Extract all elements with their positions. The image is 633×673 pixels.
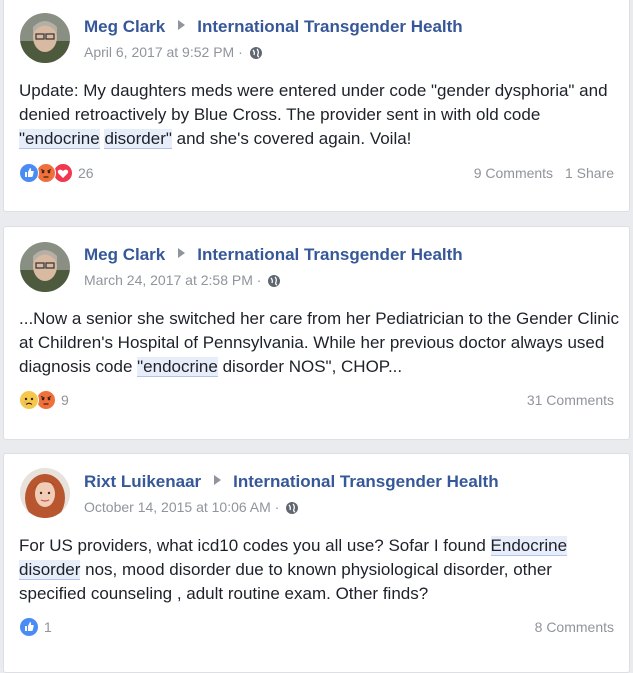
post-meta: October 14, 2015 at 10:06 AM · [84, 499, 299, 518]
angry-icon [36, 163, 56, 183]
post-header: Meg Clark International Transgender Healt… [84, 245, 463, 265]
timestamp-link[interactable]: April 6, 2017 at 9:52 PM [84, 44, 234, 60]
caret-right-icon [214, 475, 222, 485]
group-link[interactable]: International Transgender Health [233, 472, 498, 491]
avatar[interactable] [20, 468, 70, 518]
reactions-summary[interactable]: 26 [19, 163, 94, 183]
comments-link[interactable]: 31 Comments [527, 392, 614, 408]
post-stats: 8 Comments [535, 619, 614, 635]
search-highlight: disorder [19, 560, 81, 580]
caret-right-icon [178, 248, 186, 258]
comments-link[interactable]: 9 Comments [474, 165, 553, 181]
post-card: Rixt Luikenaar International Transgender … [3, 453, 630, 673]
search-highlight: Endocrine [490, 536, 568, 556]
reaction-count[interactable]: 26 [78, 165, 94, 181]
avatar[interactable] [20, 242, 70, 292]
author-link[interactable]: Meg Clark [84, 245, 165, 264]
post-card: Meg Clark International Transgender Healt… [3, 226, 630, 440]
love-icon [53, 163, 73, 183]
globe-icon[interactable] [285, 501, 299, 518]
caret-right-icon [178, 20, 186, 30]
avatar[interactable] [20, 13, 70, 63]
author-link[interactable]: Rixt Luikenaar [84, 472, 201, 491]
reaction-count[interactable]: 9 [61, 392, 69, 408]
post-header: Meg Clark International Transgender Healt… [84, 17, 463, 37]
search-highlight: disorder" [104, 129, 172, 149]
globe-icon[interactable] [267, 274, 281, 291]
shares-link[interactable]: 1 Share [565, 165, 614, 181]
group-link[interactable]: International Transgender Health [197, 245, 462, 264]
post-meta: April 6, 2017 at 9:52 PM · [84, 44, 263, 63]
search-highlight: "endocrine [19, 129, 100, 149]
post-text: ...Now a senior she switched her care fr… [19, 309, 619, 377]
angry-icon [36, 390, 56, 410]
post-card: Meg Clark International Transgender Healt… [3, 0, 630, 212]
comments-link[interactable]: 8 Comments [535, 619, 614, 635]
post-stats: 9 Comments 1 Share [474, 165, 614, 181]
reactions-summary[interactable]: 1 [19, 617, 52, 637]
like-icon [19, 617, 39, 637]
post-text: Update: My daughters meds were entered u… [19, 81, 608, 149]
post-text: For US providers, what icd10 codes you a… [19, 536, 568, 603]
globe-icon[interactable] [249, 46, 263, 63]
post-header: Rixt Luikenaar International Transgender … [84, 472, 499, 492]
group-link[interactable]: International Transgender Health [197, 17, 462, 36]
post-stats: 31 Comments [527, 392, 614, 408]
search-highlight: "endocrine [137, 357, 218, 377]
reaction-count[interactable]: 1 [44, 619, 52, 635]
timestamp-link[interactable]: March 24, 2017 at 2:58 PM [84, 272, 253, 288]
post-meta: March 24, 2017 at 2:58 PM · [84, 272, 281, 291]
author-link[interactable]: Meg Clark [84, 17, 165, 36]
timestamp-link[interactable]: October 14, 2015 at 10:06 AM [84, 499, 271, 515]
reactions-summary[interactable]: 9 [19, 390, 69, 410]
like-icon [19, 163, 39, 183]
sad-icon [19, 390, 39, 410]
